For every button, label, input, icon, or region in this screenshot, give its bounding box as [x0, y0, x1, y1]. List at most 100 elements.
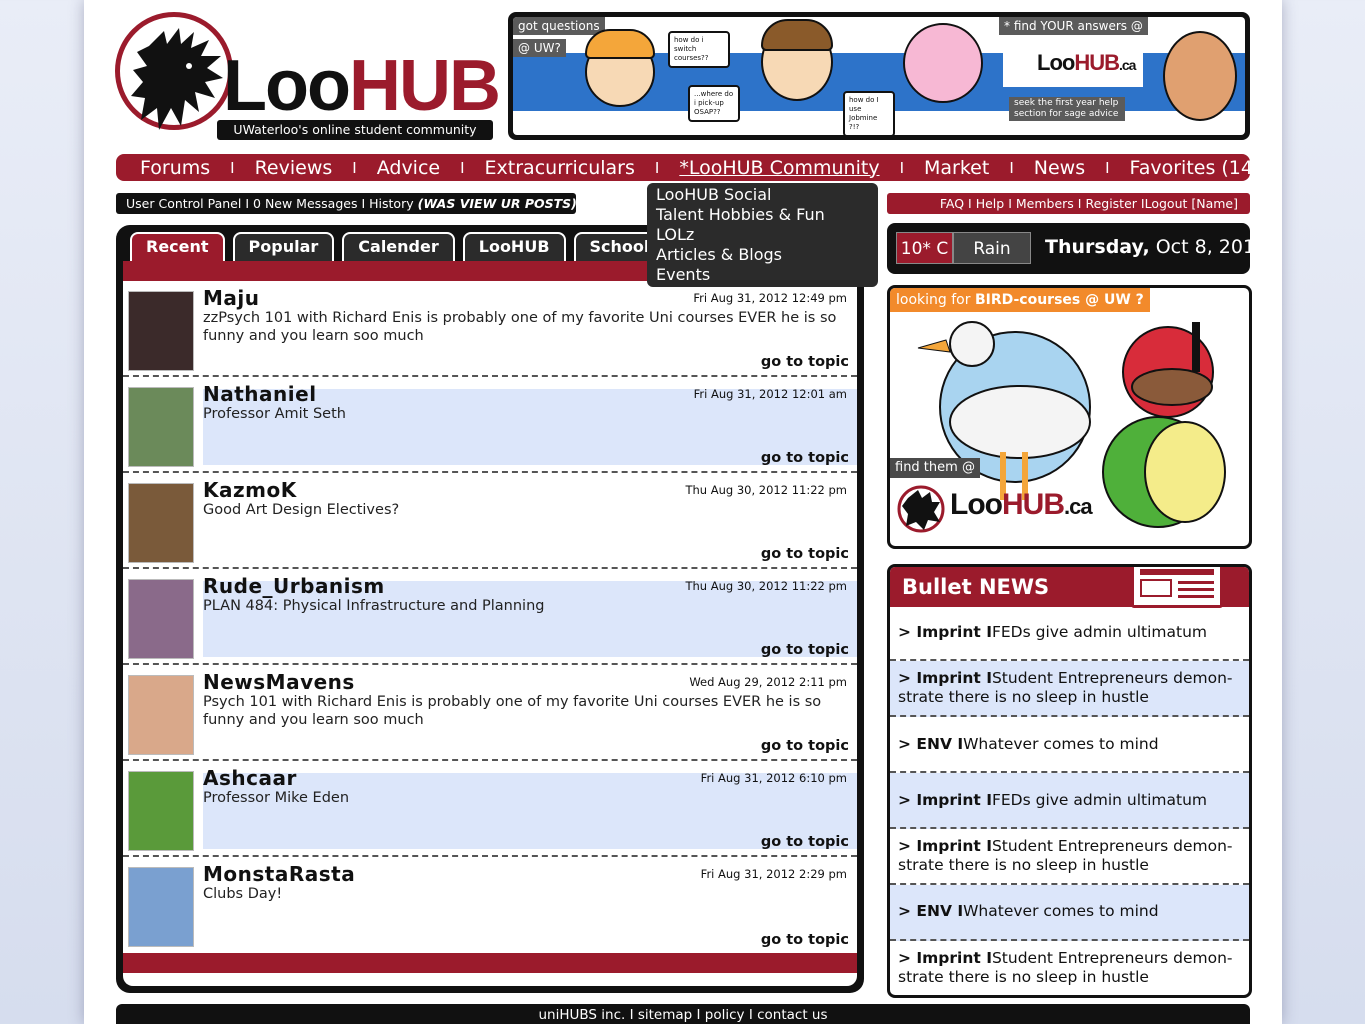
- register-link[interactable]: Register: [1085, 196, 1136, 211]
- members-link[interactable]: Members: [1016, 196, 1074, 211]
- site-logo[interactable]: LooHUB UWaterloo's online student commun…: [115, 12, 501, 142]
- tab-popular[interactable]: Popular: [232, 232, 335, 261]
- banner-logo-ca: .ca: [1119, 57, 1136, 73]
- logo-loo: Loo: [223, 46, 351, 126]
- topic-username[interactable]: Nathaniel: [203, 382, 317, 406]
- banner-logo-loo: Loo: [1037, 50, 1075, 75]
- lion-icon: [131, 28, 223, 130]
- go-to-topic-link[interactable]: go to topic: [761, 737, 849, 755]
- ad-logo-hub: HUB: [1001, 488, 1065, 521]
- topic-date: Thu Aug 30, 2012 11:22 pm: [685, 483, 847, 497]
- subnav-separator: I: [968, 196, 972, 211]
- topic-row: Rude_Urbanism Thu Aug 30, 2012 11:22 pm …: [123, 571, 857, 665]
- go-to-topic-link[interactable]: go to topic: [761, 449, 849, 467]
- banner-advice: seek the first year help section for sag…: [1009, 97, 1125, 121]
- news-item[interactable]: > Imprint IStudent Entrepreneurs demon-s…: [890, 941, 1249, 995]
- ad-headline-pre: looking for: [896, 292, 975, 308]
- news-source: > ENV I: [898, 735, 964, 753]
- topic-date: Fri Aug 31, 2012 6:10 pm: [700, 771, 847, 785]
- topic-text: Clubs Day!: [203, 886, 283, 902]
- topic-tabs: Recent Popular Calender LooHUB School: [130, 232, 666, 263]
- logo-wordmark: LooHUB: [223, 46, 501, 126]
- news-item[interactable]: > ENV IWhatever comes to mind: [890, 885, 1249, 941]
- user-avatar[interactable]: [128, 579, 194, 659]
- topic-username[interactable]: Rude_Urbanism: [203, 574, 385, 598]
- top-banner-ad[interactable]: got questions @ UW? how do i switch cour…: [508, 12, 1250, 140]
- nav-forums[interactable]: Forums: [140, 157, 210, 179]
- news-item[interactable]: > Imprint IFEDs give admin ultimatum: [890, 607, 1249, 661]
- dropdown-item-talent[interactable]: Talent Hobbies & Fun: [656, 205, 869, 225]
- current-day: Thursday,: [1045, 236, 1150, 258]
- dropdown-item-social[interactable]: LooHUB Social: [656, 185, 869, 205]
- banner-tag-uw: @ UW?: [513, 39, 566, 57]
- nav-community[interactable]: *LooHUB Community: [679, 157, 879, 179]
- logo-hub: HUB: [348, 46, 501, 126]
- user-avatar[interactable]: [128, 291, 194, 371]
- user-subnav: User Control Panel I 0 New Messages I Hi…: [116, 193, 577, 214]
- nav-separator: I: [230, 158, 235, 177]
- faq-link[interactable]: FAQ: [940, 196, 964, 211]
- logout-link[interactable]: Logout [Name]: [1145, 196, 1238, 211]
- current-date-text: Oct 8, 2012: [1155, 236, 1268, 258]
- subnav-separator: I: [245, 196, 250, 211]
- go-to-topic-link[interactable]: go to topic: [761, 833, 849, 851]
- cartoon-hair-1: [585, 29, 655, 59]
- cartoon-hair-2: [761, 19, 833, 51]
- user-control-panel-link[interactable]: User Control Panel: [126, 196, 241, 211]
- topic-date: Thu Aug 30, 2012 11:22 pm: [685, 579, 847, 593]
- site-footer[interactable]: uniHUBS inc. I sitemap I policy I contac…: [116, 1004, 1250, 1024]
- nav-advice[interactable]: Advice: [377, 157, 440, 179]
- topic-username[interactable]: MonstaRasta: [203, 862, 355, 886]
- news-source: > Imprint I: [898, 623, 992, 641]
- lion-icon: [897, 485, 945, 533]
- news-item[interactable]: > Imprint IFEDs give admin ultimatum: [890, 773, 1249, 829]
- news-item[interactable]: > Imprint IStudent Entrepreneurs demon-s…: [890, 661, 1249, 717]
- news-item[interactable]: > Imprint IStudent Entrepreneurs demon-s…: [890, 829, 1249, 885]
- user-avatar[interactable]: [128, 483, 194, 563]
- topic-row: KazmoK Thu Aug 30, 2012 11:22 pm Good Ar…: [123, 475, 857, 569]
- user-avatar[interactable]: [128, 867, 194, 947]
- cartoon-student-3: [903, 23, 983, 103]
- nav-extracurriculars[interactable]: Extracurriculars: [485, 157, 635, 179]
- topic-username[interactable]: Maju: [203, 286, 260, 310]
- topic-username[interactable]: KazmoK: [203, 478, 297, 502]
- nav-reviews[interactable]: Reviews: [255, 157, 333, 179]
- user-avatar[interactable]: [128, 387, 194, 467]
- news-headline: Whatever comes to mind: [963, 735, 1159, 753]
- go-to-topic-link[interactable]: go to topic: [761, 931, 849, 949]
- bird-courses-ad[interactable]: looking for BIRD-courses @ UW ? find the…: [887, 285, 1252, 549]
- user-avatar[interactable]: [128, 675, 194, 755]
- topic-row: MonstaRasta Fri Aug 31, 2012 2:29 pm Clu…: [123, 859, 857, 953]
- topic-username[interactable]: NewsMavens: [203, 670, 355, 694]
- dropdown-item-articles[interactable]: Articles & Blogs: [656, 245, 869, 265]
- nav-separator: I: [654, 158, 660, 177]
- history-link[interactable]: History: [369, 196, 413, 211]
- news-source: > Imprint I: [898, 669, 992, 687]
- go-to-topic-link[interactable]: go to topic: [761, 545, 849, 563]
- newspaper-icon: [1131, 567, 1223, 608]
- banner-logo-hub: HUB: [1074, 50, 1120, 75]
- banner-canvas: got questions @ UW? how do i switch cour…: [513, 17, 1245, 135]
- nav-favorites[interactable]: Favorites (14): [1130, 157, 1261, 179]
- tab-loohub[interactable]: LooHUB: [462, 232, 566, 261]
- weather-widget: 10* C Rain Thursday, Oct 8, 2012: [887, 223, 1267, 274]
- tab-recent[interactable]: Recent: [130, 232, 225, 261]
- topic-row: Nathaniel Fri Aug 31, 2012 12:01 am Prof…: [123, 379, 857, 473]
- help-link[interactable]: Help: [976, 196, 1005, 211]
- nav-news[interactable]: News: [1034, 157, 1085, 179]
- subnav-separator: I: [1008, 196, 1012, 211]
- go-to-topic-link[interactable]: go to topic: [761, 353, 849, 371]
- dropdown-item-lolz[interactable]: LOLz: [656, 225, 869, 245]
- user-avatar[interactable]: [128, 771, 194, 851]
- nav-market[interactable]: Market: [924, 157, 989, 179]
- tab-calender[interactable]: Calender: [342, 232, 455, 261]
- go-to-topic-link[interactable]: go to topic: [761, 641, 849, 659]
- nav-separator: I: [352, 158, 357, 177]
- banner-tag-find: * find YOUR answers @: [999, 17, 1148, 35]
- news-headline: FEDs give admin ultimatum: [991, 791, 1208, 809]
- new-messages-link[interactable]: 0 New Messages: [253, 196, 357, 211]
- topic-username[interactable]: Ashcaar: [203, 766, 297, 790]
- news-item[interactable]: > ENV IWhatever comes to mind: [890, 717, 1249, 773]
- news-headline: FEDs give admin ultimatum: [991, 623, 1208, 641]
- dropdown-item-events[interactable]: Events: [656, 265, 869, 285]
